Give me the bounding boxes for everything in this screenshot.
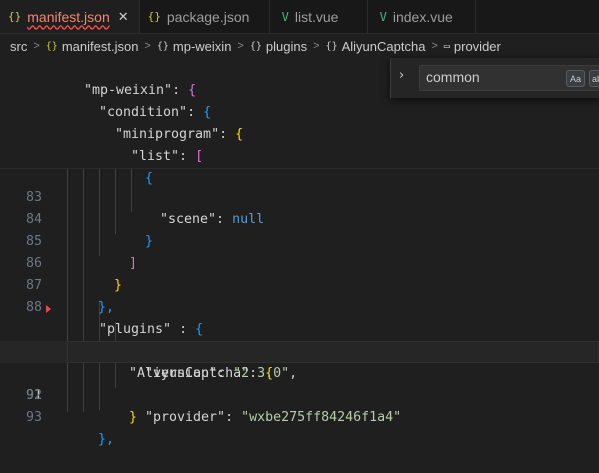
- chevron-right-icon[interactable]: ›: [399, 68, 404, 83]
- chevron-right-icon: >: [237, 40, 244, 52]
- line-number: 93: [25, 410, 42, 425]
- sticky-line[interactable]: "list": [: [0, 124, 599, 164]
- current-line-highlight: [67, 341, 599, 363]
- vue-file-icon: V: [379, 9, 387, 24]
- object-icon: {}: [156, 40, 169, 52]
- json-file-icon: {}: [45, 40, 58, 52]
- find-widget: › Aa ab: [390, 58, 599, 98]
- code-line[interactable]: 92 }: [0, 363, 599, 425]
- json-file-icon: {}: [8, 10, 22, 23]
- code-editor[interactable]: "mp-weixin": { "condition": { "miniprogr…: [0, 58, 599, 447]
- object-icon: {}: [325, 40, 338, 52]
- tab-manifest-json[interactable]: {} manifest.json ✕: [0, 0, 140, 33]
- tab-label: manifest.json: [27, 8, 110, 25]
- breadcrumb-item-provider[interactable]: provider: [454, 39, 501, 54]
- json-file-icon: {}: [147, 10, 161, 23]
- sticky-line[interactable]: "miniprogram": {: [0, 102, 599, 142]
- tab-package-json[interactable]: {} package.json: [140, 0, 270, 33]
- code-line[interactable]: 87 },: [0, 253, 599, 315]
- code-line[interactable]: 83 "scene": null: [0, 165, 599, 227]
- find-input-box[interactable]: Aa ab: [419, 65, 599, 91]
- chevron-right-icon: >: [144, 40, 151, 52]
- tab-label: index.vue: [392, 8, 453, 25]
- code-line[interactable]: 84 }: [0, 187, 599, 249]
- code-line[interactable]: 93 },: [0, 385, 599, 447]
- code-line[interactable]: 85 ]: [0, 209, 599, 271]
- tab-index-vue[interactable]: V index.vue: [368, 0, 476, 33]
- whole-word-button[interactable]: ab: [589, 70, 599, 87]
- breadcrumb-item-manifest[interactable]: manifest.json: [62, 39, 139, 54]
- match-case-button[interactable]: Aa: [566, 70, 585, 87]
- object-icon: {}: [249, 40, 262, 52]
- code-line[interactable]: 90 "version": "2.3.0",: [0, 319, 599, 381]
- code-line[interactable]: 88 "plugins" : {: [0, 275, 599, 337]
- editor-tab-bar: {} manifest.json ✕ {} package.json V lis…: [0, 0, 599, 34]
- property-icon: ▭: [443, 40, 450, 52]
- find-input[interactable]: [426, 69, 556, 85]
- vue-file-icon: V: [281, 9, 289, 24]
- close-icon[interactable]: ✕: [118, 9, 129, 25]
- breadcrumb: src > {} manifest.json > {} mp-weixin > …: [0, 34, 599, 58]
- code-line[interactable]: 86 }: [0, 231, 599, 293]
- breadcrumb-item-plugins[interactable]: plugins: [266, 39, 307, 54]
- breadcrumb-item-aliyuncaptcha[interactable]: AliyunCaptcha: [342, 39, 426, 54]
- chevron-right-icon: >: [313, 40, 320, 52]
- tab-list-vue[interactable]: V list.vue: [270, 0, 368, 33]
- tab-label: package.json: [166, 8, 250, 25]
- code-line-current[interactable]: 91 "provider": "wxbe275ff84246f1a4": [0, 341, 599, 425]
- git-change-marker: [46, 305, 51, 313]
- tab-label: list.vue: [294, 8, 339, 25]
- breadcrumb-item-mp-weixin[interactable]: mp-weixin: [173, 39, 232, 54]
- chevron-right-icon: >: [33, 40, 40, 52]
- code-line[interactable]: 89 "AliyunCaptcha": {: [0, 297, 599, 381]
- chevron-right-icon: >: [431, 40, 438, 52]
- breadcrumb-item-src[interactable]: src: [10, 39, 27, 54]
